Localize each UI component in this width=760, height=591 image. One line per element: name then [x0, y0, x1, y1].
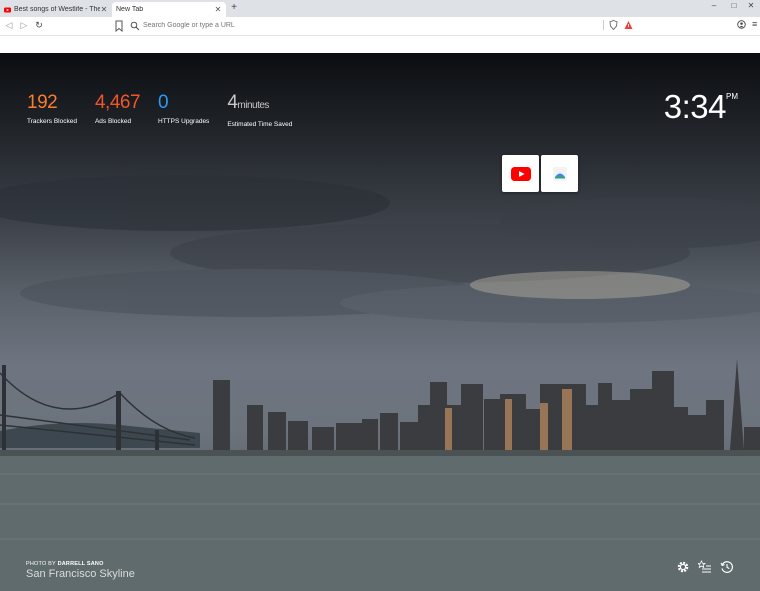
stat-label: Ads Blocked [94, 118, 132, 125]
brave-rewards-icon[interactable] [624, 20, 633, 30]
youtube-icon [510, 166, 531, 181]
close-window-button[interactable]: ✕ [740, 0, 760, 12]
history-icon[interactable] [720, 560, 734, 574]
top-site-google[interactable] [541, 155, 578, 192]
stat-value: 192 [27, 92, 58, 113]
stat-ads: 4,467 Ads Blocked [94, 92, 141, 128]
address-bar[interactable] [114, 18, 634, 33]
photo-credit-line: PHOTO BY DARRELL SANO [26, 561, 135, 567]
tab-strip: Best songs of Westlife - The gre ✕ New T… [0, 0, 760, 17]
google-drive-icon [552, 166, 567, 181]
toolbar: ◁ ▷ ↻ ≡ [0, 17, 760, 36]
menu-icon[interactable]: ≡ [752, 19, 757, 29]
photo-credit: PHOTO BY DARRELL SANO San Francisco Skyl… [26, 561, 135, 580]
search-icon [130, 21, 140, 30]
stat-time-saved: 4minutes Estimated Time Saved [227, 92, 292, 128]
toolbar-divider [603, 20, 604, 30]
reload-button[interactable]: ↻ [33, 18, 45, 32]
bookmarks-icon[interactable] [698, 560, 712, 574]
back-button[interactable]: ◁ [3, 18, 15, 32]
brave-shields-icon[interactable] [609, 20, 618, 30]
clock-time: 3:34 [663, 88, 727, 125]
photo-location[interactable]: San Francisco Skyline [26, 568, 135, 580]
gear-icon[interactable] [676, 560, 690, 574]
clock-ampm: PM [726, 92, 738, 101]
stat-value: 4 [227, 92, 238, 113]
youtube-icon [4, 7, 11, 12]
clock: 3:34PM [664, 88, 738, 126]
stat-label: Trackers Blocked [27, 118, 77, 125]
tab-new-tab[interactable]: New Tab ✕ [112, 2, 226, 17]
minimize-button[interactable]: – [703, 0, 725, 12]
stat-label: Estimated Time Saved [227, 121, 293, 128]
close-tab-icon[interactable]: ✕ [100, 5, 108, 14]
stat-unit: minutes [237, 100, 269, 111]
address-input[interactable] [140, 22, 586, 29]
new-tab-button[interactable]: + [229, 2, 239, 13]
tab-title: New Tab [116, 6, 144, 13]
brave-stats: 192 Trackers Blocked 4,467 Ads Blocked 0… [27, 92, 310, 128]
bookmarks-bar [0, 36, 760, 53]
close-tab-icon[interactable]: ✕ [214, 5, 222, 14]
profile-icon[interactable] [737, 20, 746, 29]
photo-credit-prefix: PHOTO BY [26, 561, 56, 567]
tab-westlife[interactable]: Best songs of Westlife - The gre ✕ [0, 2, 112, 17]
background-photo [0, 175, 760, 591]
tab-title: Best songs of Westlife - The gre [14, 6, 100, 13]
stat-https: 0 HTTPS Upgrades [158, 92, 209, 128]
bookmark-icon[interactable] [114, 20, 124, 32]
forward-button[interactable]: ▷ [18, 18, 30, 32]
stat-value-wrap: 4minutes [227, 92, 292, 117]
stat-trackers: 192 Trackers Blocked [27, 92, 77, 128]
stat-label: HTTPS Upgrades [158, 118, 210, 125]
stat-value: 0 [158, 92, 169, 113]
photo-credit-author: DARRELL SANO [57, 561, 104, 567]
stat-value: 4,467 [94, 92, 141, 113]
new-tab-page: 192 Trackers Blocked 4,467 Ads Blocked 0… [0, 53, 760, 591]
top-site-youtube[interactable] [502, 155, 539, 192]
